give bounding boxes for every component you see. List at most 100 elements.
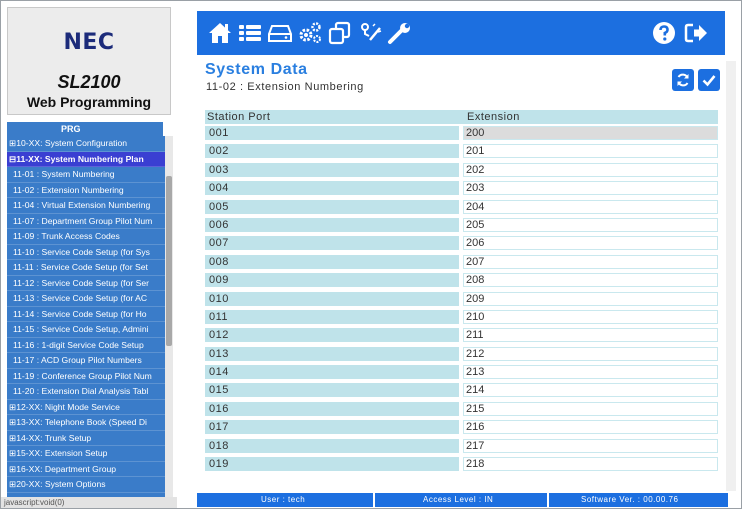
tree-item[interactable]: ⊞16-XX: Department Group [7, 462, 165, 477]
station-port-cell: 019 [205, 457, 459, 472]
extension-input[interactable]: 208 [463, 273, 718, 288]
tree-item[interactable]: 11-16 : 1-digit Service Code Setup [7, 338, 165, 353]
extension-input[interactable]: 209 [463, 291, 718, 306]
browser-status-bar: javascript:void(0) [1, 497, 177, 508]
product-name: SL2100 [57, 72, 121, 92]
tree-item[interactable]: 11-13 : Service Code Setup (for AC [7, 291, 165, 307]
tree-scrollbar-thumb[interactable] [166, 176, 172, 346]
extension-input[interactable]: 203 [463, 181, 718, 196]
extension-input[interactable]: 207 [463, 254, 718, 269]
tree-item[interactable]: ⊞13-XX: Telephone Book (Speed Di [7, 415, 165, 431]
station-port-cell: 010 [205, 291, 459, 306]
column-header-station-port: Station Port [207, 111, 271, 123]
station-port-cell: 004 [205, 181, 459, 196]
extension-input[interactable]: 202 [463, 162, 718, 177]
station-port-cell: 009 [205, 273, 459, 288]
main-scrollbar[interactable] [726, 61, 736, 491]
station-port-cell: 013 [205, 346, 459, 361]
station-port-cell: 015 [205, 383, 459, 398]
station-port-cell: 011 [205, 309, 459, 324]
table-row: 005 204 [205, 198, 718, 216]
extension-input[interactable]: 218 [463, 457, 718, 472]
list-icon[interactable] [237, 20, 263, 46]
station-port-cell: 003 [205, 162, 459, 177]
tree-item[interactable]: ⊞10-XX: System Configuration [7, 136, 165, 152]
extension-input[interactable]: 216 [463, 420, 718, 435]
copy-icon[interactable] [327, 20, 353, 46]
checkmark-icon [702, 75, 716, 87]
tree-item[interactable]: 11-02 : Extension Numbering [7, 183, 165, 198]
tree-item[interactable]: 11-12 : Service Code Setup (for Ser [7, 276, 165, 291]
left-panel: NEC SL2100 Web Programming PRG ⊞10-XX: S… [1, 1, 177, 508]
extension-input[interactable]: 214 [463, 383, 718, 398]
extension-input[interactable]: 205 [463, 217, 718, 232]
top-toolbar [197, 11, 725, 55]
station-port-cell: 007 [205, 236, 459, 251]
nav-header-label: PRG [61, 124, 81, 134]
storage-icon[interactable] [267, 20, 293, 46]
station-port-cell: 012 [205, 328, 459, 343]
table-row: 007 206 [205, 234, 718, 252]
tree-item[interactable]: 11-14 : Service Code Setup (for Ho [7, 307, 165, 322]
station-port-cell: 014 [205, 365, 459, 380]
extension-input[interactable]: 211 [463, 328, 718, 343]
program-tree: ⊞10-XX: System Configuration ⊟11-XX: Syst… [7, 136, 165, 498]
footer-user: User : tech [261, 495, 306, 504]
table-row: 011 210 [205, 308, 718, 326]
tree-item[interactable]: 11-19 : Conference Group Pilot Num [7, 369, 165, 384]
tree-item[interactable]: 11-15 : Service Code Setup, Admini [7, 322, 165, 338]
tree-item[interactable]: ⊞20-XX: System Options [7, 477, 165, 493]
tree-item[interactable]: 11-20 : Extension Dial Analysis Tabl [7, 384, 165, 400]
table-header: Station Port Extension [205, 110, 718, 124]
station-port-cell: 008 [205, 254, 459, 269]
home-icon[interactable] [207, 20, 233, 46]
table-row: 003 202 [205, 161, 718, 179]
tree-item[interactable]: 11-04 : Virtual Extension Numbering [7, 198, 165, 214]
wizard-icon[interactable] [357, 20, 383, 46]
logout-icon[interactable] [683, 20, 709, 46]
tree-item[interactable]: ⊞14-XX: Trunk Setup [7, 431, 165, 446]
extension-input[interactable]: 206 [463, 236, 718, 251]
table-row: 019 218 [205, 455, 718, 473]
page-title: System Data [205, 61, 308, 78]
extension-input[interactable]: 200 [463, 126, 718, 140]
tree-item[interactable]: ⊞12-XX: Night Mode Service [7, 400, 165, 415]
nav-header: PRG [7, 122, 163, 136]
footer-access-level: Access Level : IN [423, 495, 494, 504]
station-port-cell: 017 [205, 420, 459, 435]
table-row: 013 212 [205, 345, 718, 363]
status-footer: User : tech Access Level : IN Software V… [197, 493, 728, 507]
tree-scrollbar[interactable] [165, 136, 173, 498]
refresh-button[interactable] [672, 69, 694, 91]
station-port-cell: 016 [205, 401, 459, 416]
tree-item[interactable]: ⊞15-XX: Extension Setup [7, 446, 165, 462]
extension-input[interactable]: 215 [463, 401, 718, 416]
footer-software-version: Software Ver. : 00.00.76 [581, 495, 679, 504]
gears-icon[interactable] [297, 20, 323, 46]
table-row: 008 207 [205, 253, 718, 271]
table-row: 016 215 [205, 400, 718, 418]
extension-table: Station Port Extension 001 200 002 201 003 20… [205, 110, 718, 473]
table-row: 017 216 [205, 418, 718, 436]
tree-item[interactable]: 11-09 : Trunk Access Codes [7, 229, 165, 245]
tree-item[interactable]: 11-11 : Service Code Setup (for Set [7, 260, 165, 276]
extension-input[interactable]: 212 [463, 346, 718, 361]
extension-input[interactable]: 217 [463, 438, 718, 453]
tree-item[interactable]: ⊟11-XX: System Numbering Plan [7, 151, 165, 167]
help-icon[interactable] [651, 20, 677, 46]
apply-button[interactable] [698, 69, 720, 91]
station-port-cell: 002 [205, 144, 459, 159]
tree-item[interactable]: 11-01 : System Numbering [7, 167, 165, 183]
tree-item[interactable]: 11-10 : Service Code Setup (for Sys [7, 245, 165, 260]
extension-input[interactable]: 204 [463, 199, 718, 214]
extension-input[interactable]: 210 [463, 309, 718, 324]
tree-item[interactable]: 11-17 : ACD Group Pilot Numbers [7, 353, 165, 369]
wrench-icon[interactable] [387, 20, 413, 46]
extension-input[interactable]: 213 [463, 365, 718, 380]
table-row: 002 201 [205, 142, 718, 160]
station-port-cell: 006 [205, 217, 459, 232]
tree-item[interactable]: 11-07 : Department Group Pilot Num [7, 214, 165, 229]
table-row: 014 213 [205, 363, 718, 381]
extension-input[interactable]: 201 [463, 144, 718, 159]
table-row: 006 205 [205, 216, 718, 234]
